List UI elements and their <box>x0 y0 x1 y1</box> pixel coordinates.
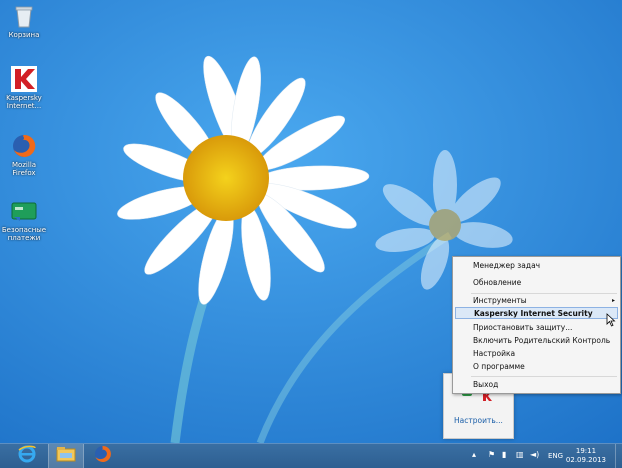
volume-icon[interactable]: ◄) <box>530 450 539 459</box>
menu-item-about[interactable]: О программе <box>453 361 620 373</box>
menu-item-task-manager[interactable]: Менеджер задач <box>453 260 620 272</box>
taskbar-internet-explorer[interactable] <box>10 444 44 468</box>
firefox-icon <box>11 133 37 159</box>
kaspersky-icon <box>11 66 37 92</box>
power-icon[interactable]: ▮ <box>502 450 506 459</box>
show-desktop-button[interactable] <box>615 444 622 468</box>
menu-item-label: Включить Родительский Контроль <box>473 336 611 345</box>
desktop-icon-firefox[interactable]: Mozilla Firefox <box>0 133 48 177</box>
network-icon[interactable]: ▥ <box>516 450 524 459</box>
desktop-icon-recycle-bin[interactable]: Корзина <box>0 3 48 39</box>
desktop-icon-label: Безопасные платежи <box>1 226 47 242</box>
desktop-icon-kaspersky[interactable]: Kaspersky Internet... <box>0 66 48 110</box>
desktop-icon-label: Mozilla Firefox <box>11 161 37 177</box>
desktop-icon-label: Корзина <box>8 31 40 39</box>
notification-area: ▴ ⚑ ▮ ▥ ◄) ENG 19:11 02.09.2013 <box>472 444 622 468</box>
internet-explorer-icon <box>17 444 37 468</box>
menu-separator <box>471 376 617 377</box>
clock-time: 19:11 <box>575 447 597 455</box>
menu-item-exit[interactable]: Выход <box>453 379 620 391</box>
menu-item-label: Настройка <box>473 349 516 358</box>
mouse-cursor-icon <box>606 313 616 327</box>
language-indicator[interactable]: ENG <box>548 452 563 460</box>
menu-item-pause-protection[interactable]: Приостановить защиту... <box>453 322 620 334</box>
submenu-arrow-icon: ▸ <box>611 297 615 304</box>
desktop-icon-label: Kaspersky Internet... <box>6 94 42 110</box>
menu-separator <box>471 293 617 294</box>
menu-item-settings[interactable]: Настройка <box>453 348 620 360</box>
menu-item-tools[interactable]: Инструменты ▸ <box>453 295 620 307</box>
taskbar: ▴ ⚑ ▮ ▥ ◄) ENG 19:11 02.09.2013 <box>0 443 622 468</box>
menu-item-label: Приостановить защиту... <box>473 323 573 332</box>
desktop-icon-safe-money[interactable]: Безопасные платежи <box>0 198 48 242</box>
kaspersky-context-menu: Менеджер задач Обновление Инструменты ▸ K… <box>452 256 621 394</box>
clock[interactable]: 19:11 02.09.2013 <box>566 447 606 465</box>
recycle-bin-icon <box>11 3 37 29</box>
file-explorer-icon <box>56 446 76 466</box>
taskbar-firefox[interactable] <box>86 444 120 468</box>
menu-item-label: О программе <box>473 362 525 371</box>
taskbar-file-explorer[interactable] <box>48 444 84 468</box>
menu-item-label: Обновление <box>473 278 522 287</box>
clock-date: 02.09.2013 <box>565 456 606 464</box>
show-hidden-icons-icon[interactable]: ▴ <box>472 450 476 459</box>
menu-item-label: Kaspersky Internet Security <box>474 309 593 318</box>
safe-money-icon <box>11 198 37 224</box>
menu-item-update[interactable]: Обновление <box>453 277 620 289</box>
menu-item-kaspersky-internet-security[interactable]: Kaspersky Internet Security <box>455 307 618 319</box>
firefox-icon <box>94 445 112 467</box>
menu-item-label: Выход <box>473 380 499 389</box>
menu-item-label: Инструменты <box>473 296 527 305</box>
customize-link[interactable]: Настроить... <box>444 416 513 425</box>
menu-item-label: Менеджер задач <box>473 261 541 270</box>
action-center-flag-icon[interactable]: ⚑ <box>488 450 495 459</box>
menu-item-parental-control[interactable]: Включить Родительский Контроль <box>453 335 620 347</box>
